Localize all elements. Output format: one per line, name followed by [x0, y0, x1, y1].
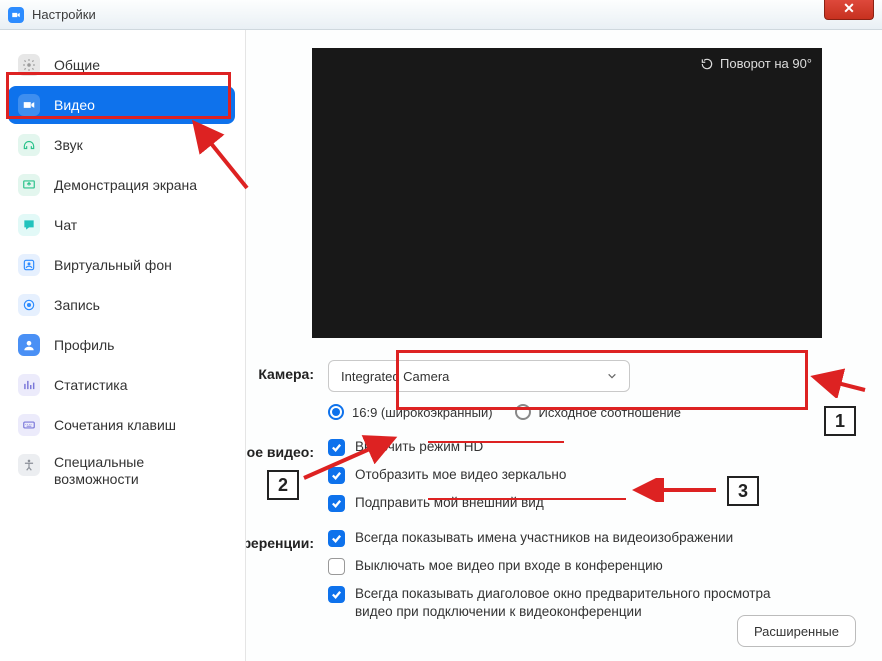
sidebar-item-rec[interactable]: Запись — [8, 286, 235, 324]
meetings-label: Конференции: — [246, 529, 328, 632]
annotation-number-3: 3 — [727, 476, 759, 506]
access-icon — [18, 454, 40, 476]
stats-icon — [18, 374, 40, 396]
camera-label: Камера: — [246, 360, 328, 420]
mirror-video-label: Отобразить мое видео зеркально — [355, 466, 566, 484]
aspect-16-9-label: 16:9 (широкоэкранный) — [352, 405, 493, 420]
radio-icon-unchecked — [515, 404, 531, 420]
checkbox-icon-checked — [328, 530, 345, 547]
mirror-video-checkbox[interactable]: Отобразить мое видео зеркально — [328, 466, 864, 484]
window-title: Настройки — [32, 7, 96, 22]
sidebar-item-audio[interactable]: Звук — [8, 126, 235, 164]
sidebar-item-label: Сочетания клавиш — [54, 417, 176, 433]
profile-icon — [18, 334, 40, 356]
sidebar-item-label: Звук — [54, 137, 83, 153]
bg-icon — [18, 254, 40, 276]
close-icon: ✕ — [843, 0, 855, 17]
sidebar-item-label: Видео — [54, 97, 95, 113]
sidebar-item-label: Демонстрация экрана — [54, 177, 197, 193]
radio-icon-checked — [328, 404, 344, 420]
checkbox-icon-checked — [328, 495, 345, 512]
show-names-label: Всегда показывать имена участников на ви… — [355, 529, 733, 547]
checkbox-icon-unchecked — [328, 558, 345, 575]
sidebar-item-label: Специальные возможности — [54, 454, 225, 488]
keys-icon — [18, 414, 40, 436]
mute-on-join-checkbox[interactable]: Выключать мое видео при входе в конферен… — [328, 557, 864, 575]
preview-dialog-label: Всегда показывать диаголовое окно предва… — [355, 585, 775, 621]
rotate-button[interactable]: Поворот на 90° — [700, 56, 812, 71]
sidebar-item-access[interactable]: Специальные возможности — [8, 446, 235, 496]
sidebar-item-share[interactable]: Демонстрация экрана — [8, 166, 235, 204]
rotate-label: Поворот на 90° — [720, 56, 812, 71]
audio-icon — [18, 134, 40, 156]
share-icon — [18, 174, 40, 196]
annotation-number-2: 2 — [267, 470, 299, 500]
checkbox-icon-checked — [328, 467, 345, 484]
touchup-checkbox[interactable]: Подправить мой внешний вид — [328, 494, 864, 512]
sidebar-item-label: Статистика — [54, 377, 128, 393]
sidebar-item-label: Общие — [54, 57, 100, 73]
show-names-checkbox[interactable]: Всегда показывать имена участников на ви… — [328, 529, 864, 547]
annotation-number-1: 1 — [824, 406, 856, 436]
sidebar-item-stats[interactable]: Статистика — [8, 366, 235, 404]
sidebar-item-keys[interactable]: Сочетания клавиш — [8, 406, 235, 444]
gear-icon — [18, 54, 40, 76]
checkbox-icon-checked — [328, 439, 345, 456]
titlebar: Настройки ✕ — [0, 0, 882, 30]
rec-icon — [18, 294, 40, 316]
app-icon — [8, 7, 24, 23]
aspect-original-label: Исходное соотношение — [539, 405, 682, 420]
mute-on-join-label: Выключать мое видео при входе в конферен… — [355, 557, 663, 575]
settings-panel-video: Поворот на 90° Камера: Integrated Camera… — [246, 30, 882, 661]
sidebar-item-label: Профиль — [54, 337, 114, 353]
sidebar-item-bg[interactable]: Виртуальный фон — [8, 246, 235, 284]
sidebar-item-video[interactable]: Видео — [8, 86, 235, 124]
touchup-label: Подправить мой внешний вид — [355, 494, 544, 512]
sidebar-item-gear[interactable]: Общие — [8, 46, 235, 84]
sidebar-item-label: Чат — [54, 217, 77, 233]
aspect-16-9-radio[interactable]: 16:9 (широкоэкранный) — [328, 404, 493, 420]
chevron-down-icon — [607, 371, 617, 381]
enable-hd-checkbox[interactable]: Включить режим HD — [328, 438, 864, 456]
close-button[interactable]: ✕ — [824, 0, 874, 20]
camera-selected: Integrated Camera — [341, 369, 449, 384]
settings-sidebar: Общие Видео Звук Демонстрация экрана Чат Вирт… — [0, 30, 246, 661]
camera-select[interactable]: Integrated Camera — [328, 360, 630, 392]
sidebar-item-profile[interactable]: Профиль — [8, 326, 235, 364]
checkbox-icon-checked — [328, 586, 345, 603]
sidebar-item-chat[interactable]: Чат — [8, 206, 235, 244]
aspect-original-radio[interactable]: Исходное соотношение — [515, 404, 682, 420]
advanced-button[interactable]: Расширенные — [737, 615, 856, 647]
chat-icon — [18, 214, 40, 236]
enable-hd-label: Включить режим HD — [355, 438, 483, 456]
advanced-button-label: Расширенные — [754, 624, 839, 639]
video-icon — [18, 94, 40, 116]
sidebar-item-label: Запись — [54, 297, 100, 313]
sidebar-item-label: Виртуальный фон — [54, 257, 172, 273]
video-preview: Поворот на 90° — [312, 48, 822, 338]
